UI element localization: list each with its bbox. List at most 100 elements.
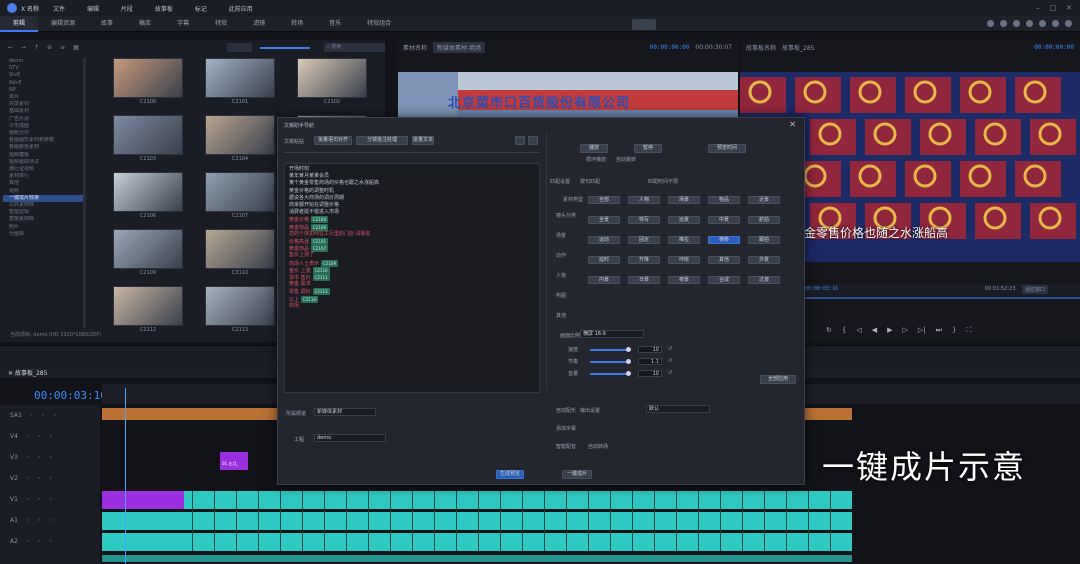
gear-icon[interactable] xyxy=(1052,20,1059,27)
clip-tag[interactable]: C2110 xyxy=(312,266,330,274)
up-icon[interactable]: ↑ xyxy=(34,44,39,51)
tree-item[interactable]: 智能剪辑 xyxy=(3,209,83,216)
import-icon[interactable]: ⊕ xyxy=(47,44,52,51)
step-back-icon[interactable]: ◀ xyxy=(872,326,877,335)
script-line[interactable]: 您的个体如何在工行里的门店 请除名 xyxy=(289,231,371,238)
param-value[interactable]: 10 xyxy=(638,370,662,377)
menu-file[interactable]: 文件 xyxy=(53,6,65,13)
auto-jump-checkbox[interactable]: 自动跳转 xyxy=(616,156,636,163)
project-select[interactable]: demo xyxy=(314,434,386,442)
generate-preview-button[interactable]: 生成预览 xyxy=(496,470,524,479)
mark-in-icon[interactable]: { xyxy=(842,326,846,335)
tree-item[interactable]: 素材库行 xyxy=(3,173,83,180)
lock-icon[interactable]: ◦ xyxy=(30,412,34,419)
back-icon[interactable]: ← xyxy=(8,44,13,51)
thumbnail-item[interactable] xyxy=(113,58,183,98)
minimize-icon[interactable]: – xyxy=(1036,4,1040,12)
thumbnail-item[interactable] xyxy=(113,229,183,269)
eye-icon[interactable]: ◦ xyxy=(49,433,53,440)
category-button[interactable]: 日景 xyxy=(628,276,660,284)
lock-icon[interactable]: ◦ xyxy=(26,475,30,482)
link-icon[interactable]: ◦ xyxy=(37,475,41,482)
pause-button[interactable]: 暂停 xyxy=(634,144,662,153)
user-icon[interactable] xyxy=(1000,20,1007,27)
lock-icon[interactable]: ◦ xyxy=(26,517,30,524)
add-subtitle-checkbox[interactable]: 添加字幕 xyxy=(556,425,576,432)
home-icon[interactable] xyxy=(1039,20,1046,27)
script-line[interactable]: 黄金 需求 xyxy=(289,281,311,288)
grid-view-icon[interactable]: ▦ xyxy=(73,44,79,51)
one-click-film-button[interactable]: 一键成片 xyxy=(562,470,592,479)
script-line[interactable]: 黄金价格的调整时机 xyxy=(289,188,334,195)
preview-time-button[interactable]: 预览时间 xyxy=(708,144,746,153)
dialog-close-icon[interactable]: ✕ xyxy=(789,120,796,129)
tree-item[interactable]: 其他 xyxy=(3,180,83,187)
help-icon[interactable] xyxy=(1065,20,1072,27)
close-icon[interactable]: ✕ xyxy=(1066,4,1072,12)
lock-icon[interactable]: ◦ xyxy=(26,433,30,440)
script-line[interactable]: 开场时刻 xyxy=(289,166,309,173)
tab-8[interactable]: 音乐 xyxy=(316,16,354,32)
script-line[interactable]: 以上 C2114 xyxy=(289,295,318,303)
clip-tag[interactable]: C2111 xyxy=(312,274,330,281)
category-button[interactable]: 跟拍 xyxy=(748,236,780,244)
eye-icon[interactable]: ◦ xyxy=(49,475,53,482)
v1-cyan-clips[interactable] xyxy=(184,491,852,509)
cloud-icon[interactable] xyxy=(987,20,994,27)
menu-storyboard[interactable]: 故事板 xyxy=(155,6,173,13)
lock-icon[interactable]: ◦ xyxy=(26,538,30,545)
tab-5[interactable]: 特效 xyxy=(202,16,240,32)
tab-3[interactable]: 稿库 xyxy=(126,16,164,32)
timeline-timecode[interactable]: 00:00:03:16 xyxy=(34,389,107,402)
maximize-icon[interactable]: □ xyxy=(1050,4,1057,12)
eye-icon[interactable]: ◦ xyxy=(49,454,53,461)
batch-align-button[interactable]: 批量语句对齐 xyxy=(314,136,352,145)
link-icon[interactable]: ◦ xyxy=(37,433,41,440)
forward-icon[interactable]: → xyxy=(21,44,26,51)
timeline-scrollbar[interactable] xyxy=(102,555,852,562)
script-textarea[interactable]: 开场时刻 某年某月某某会员 某个黄金零售商场的价格也跟之水涨船高 黄金价格的调整时机据… xyxy=(284,163,540,393)
tree-item[interactable]: 视频 xyxy=(3,188,83,195)
menu-clip[interactable]: 片段 xyxy=(121,6,133,13)
thumbnail-item[interactable] xyxy=(205,115,275,155)
menu-edit[interactable]: 编辑 xyxy=(87,6,99,13)
thumbnail-item[interactable] xyxy=(205,172,275,212)
script-line[interactable]: 商场人士表示 C2109 xyxy=(289,259,338,267)
reset-icon[interactable]: ↺ xyxy=(668,370,672,376)
skip-icon[interactable]: ⏭ xyxy=(936,326,942,335)
batch-text-button[interactable]: 批量文本 xyxy=(412,136,434,145)
insert-icon-button[interactable] xyxy=(515,136,525,145)
tree-item[interactable]: 各版图形素材和参数 xyxy=(3,137,83,144)
tab-2[interactable]: 故事 xyxy=(88,16,126,32)
tree-item[interactable]: 共享素材 xyxy=(3,101,83,108)
thumbnail-item[interactable] xyxy=(113,115,183,155)
thumbnail-item[interactable] xyxy=(205,229,275,269)
category-button[interactable]: 合成 xyxy=(708,276,740,284)
lock-icon[interactable]: ◦ xyxy=(26,454,30,461)
script-line[interactable]: 零售 调价 C2113 xyxy=(289,288,330,296)
category-button[interactable]: 横移 xyxy=(708,236,740,244)
tree-item[interactable]: 视频跟踪测试 xyxy=(3,159,83,166)
param-slider-knob[interactable] xyxy=(626,347,631,352)
close-icon[interactable]: ✕ xyxy=(8,370,15,377)
list-view-icon[interactable]: ≡ xyxy=(60,44,65,51)
clip-tag[interactable]: C2113 xyxy=(312,288,330,296)
tab-7[interactable]: 转场 xyxy=(278,16,316,32)
script-line[interactable]: 售价上涨了 xyxy=(289,252,314,259)
param-slider-knob[interactable] xyxy=(626,359,631,364)
category-button[interactable]: 中景 xyxy=(708,216,740,224)
link-icon[interactable]: ◦ xyxy=(37,454,41,461)
category-button[interactable]: 场景 xyxy=(668,196,700,204)
thumbnail-item[interactable] xyxy=(297,58,367,98)
clip-tag[interactable]: C2101 xyxy=(311,238,328,245)
category-button[interactable]: 过渡 xyxy=(748,276,780,284)
lock-icon[interactable]: ◦ xyxy=(26,496,30,503)
tree-item[interactable]: 单片 xyxy=(3,94,83,101)
search-input[interactable]: ⌕ 搜索 xyxy=(323,42,385,52)
tab-4[interactable]: 字幕 xyxy=(164,16,202,32)
channel-select[interactable]: 新媒体素材 xyxy=(314,408,376,416)
v3-clip[interactable]: 01.五月_ xyxy=(220,452,248,470)
export-button[interactable] xyxy=(632,19,656,30)
category-button[interactable]: 人物 xyxy=(628,196,660,204)
category-button[interactable]: 固定 xyxy=(628,236,660,244)
